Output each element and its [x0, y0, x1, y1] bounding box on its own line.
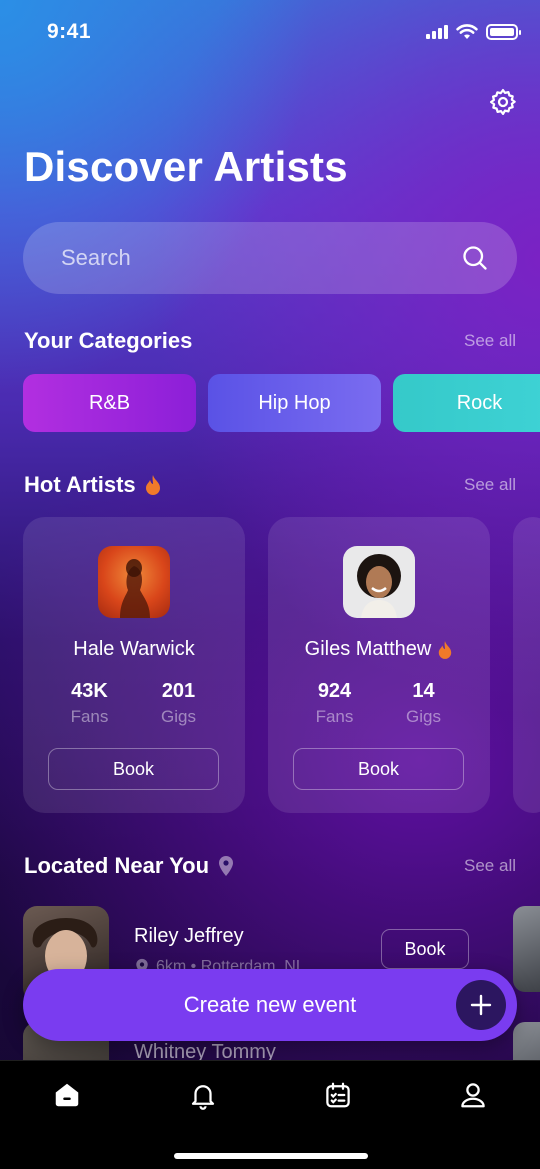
fire-icon: [145, 475, 160, 495]
home-icon: [55, 1083, 79, 1107]
settings-button[interactable]: [486, 85, 520, 119]
near-you-title: Located Near You: [24, 853, 210, 878]
battery-icon: [486, 24, 521, 40]
hot-artists-carousel: Hale Warwick 43K Fans 201 Gigs Book Gile…: [23, 517, 540, 813]
artist-card[interactable]: Hale Warwick 43K Fans 201 Gigs Book: [23, 517, 245, 813]
cellular-signal-icon: [426, 25, 448, 39]
near-you-title-group: Located Near You: [24, 853, 235, 879]
book-button[interactable]: Book: [48, 748, 219, 790]
categories-see-all-link[interactable]: See all: [464, 331, 516, 351]
tab-notifications[interactable]: [183, 1075, 223, 1115]
create-event-button[interactable]: Create new event: [23, 969, 517, 1041]
fans-label: Fans: [70, 707, 109, 726]
artist-name-group: Giles Matthew: [268, 638, 490, 661]
book-button[interactable]: Book: [293, 748, 464, 790]
hot-artists-see-all-link[interactable]: See all: [464, 475, 516, 495]
search-input[interactable]: [61, 245, 461, 271]
fans-label: Fans: [315, 707, 354, 726]
hot-artists-header: Hot Artists See all: [24, 472, 516, 498]
status-time: 9:41: [47, 20, 92, 43]
status-bar: 9:41: [0, 18, 540, 48]
categories-title: Your Categories: [24, 328, 193, 353]
artist-name: Giles Matthew: [304, 638, 432, 660]
artist-avatar: [343, 546, 415, 618]
tab-home[interactable]: [47, 1075, 87, 1115]
status-icons: [426, 24, 521, 40]
near-artist-photo-peek: [513, 906, 540, 992]
category-chip-hip-hop[interactable]: Hip Hop: [208, 374, 381, 432]
gigs-count: 14: [412, 680, 435, 702]
category-list: R&B Hip Hop Rock: [23, 374, 540, 432]
search-icon[interactable]: [461, 244, 489, 272]
artist-avatar: [98, 546, 170, 618]
artist-stats: 924 Fans 14 Gigs: [268, 680, 490, 727]
tab-profile[interactable]: [453, 1075, 493, 1115]
hot-artists-title-group: Hot Artists: [24, 472, 162, 498]
artist-name: Hale Warwick: [73, 638, 195, 660]
book-button[interactable]: Book: [381, 929, 469, 969]
category-chip-rnb[interactable]: R&B: [23, 374, 196, 432]
app-screen: 9:41 Discover Artists Your Categorie: [0, 0, 540, 1169]
near-you-see-all-link[interactable]: See all: [464, 856, 516, 876]
wifi-icon: [456, 24, 478, 39]
hot-artists-title: Hot Artists: [24, 472, 136, 497]
gigs-label: Gigs: [406, 707, 441, 726]
tab-bar: [0, 1060, 540, 1169]
artist-stats: 43K Fans 201 Gigs: [23, 680, 245, 727]
calendar-icon: [326, 1082, 350, 1108]
home-indicator: [174, 1153, 368, 1159]
tab-events[interactable]: [318, 1075, 358, 1115]
plus-button[interactable]: [456, 980, 506, 1030]
bell-icon: [191, 1085, 215, 1110]
fire-icon: [439, 640, 452, 659]
create-event-label: Create new event: [183, 992, 357, 1017]
gigs-label: Gigs: [161, 707, 196, 726]
profile-icon: [461, 1083, 485, 1108]
near-artist-name: Riley Jeffrey: [134, 925, 244, 947]
artist-card-peek[interactable]: [513, 517, 540, 813]
categories-header: Your Categories See all: [24, 328, 516, 354]
fans-count: 43K: [71, 680, 108, 702]
location-pin-icon: [219, 856, 234, 876]
search-bar[interactable]: [23, 222, 517, 294]
fans-count: 924: [317, 680, 352, 702]
gear-icon: [490, 89, 516, 115]
artist-card[interactable]: Giles Matthew 924 Fans 14 Gigs Book: [268, 517, 490, 813]
near-you-header: Located Near You See all: [24, 853, 516, 879]
category-chip-rock[interactable]: Rock: [393, 374, 540, 432]
plus-icon: [470, 994, 492, 1016]
gigs-count: 201: [161, 680, 196, 702]
page-title: Discover Artists: [24, 143, 348, 190]
